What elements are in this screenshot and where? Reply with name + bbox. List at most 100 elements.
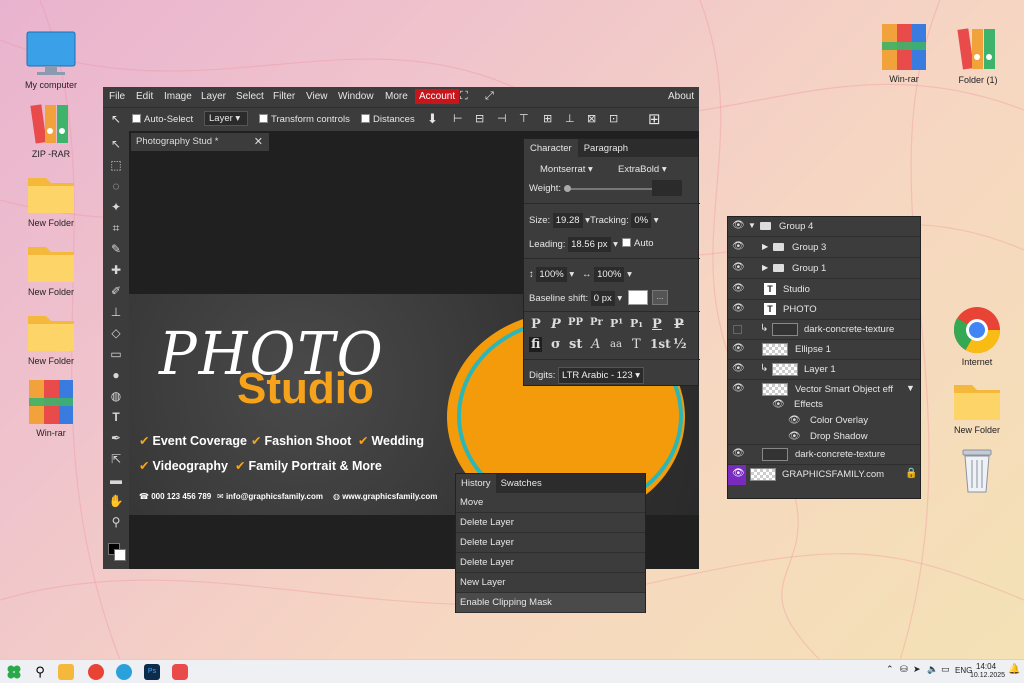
menu-more[interactable]: More: [385, 91, 408, 102]
layer-row[interactable]: 👁 Vector Smart Object eff ▼: [728, 380, 920, 397]
glyph-button[interactable]: 1st: [650, 337, 671, 351]
tracking-field[interactable]: 0%: [631, 213, 652, 228]
layer-row[interactable]: 👁 Ellipse 1: [728, 340, 920, 360]
triangle-down-icon[interactable]: ▼: [906, 383, 915, 393]
weight-slider-handle[interactable]: [564, 185, 571, 192]
lasso-tool-icon[interactable]: ◌: [107, 177, 125, 195]
tray-chevron-icon[interactable]: ⌃: [886, 664, 894, 675]
visibility-eye-icon[interactable]: 👁: [788, 415, 801, 426]
fullscreen-icon[interactable]: ⛶: [460, 90, 468, 103]
visibility-eye-icon[interactable]: 👁: [732, 241, 745, 252]
baseline-field[interactable]: 0 px: [590, 291, 615, 306]
glyph-button[interactable]: st: [569, 337, 582, 352]
desktop-icon-folder-1[interactable]: Folder (1): [943, 25, 1013, 85]
history-item[interactable]: Move: [456, 493, 645, 513]
layer-row[interactable]: 👁 ▼ Group 4: [728, 217, 920, 237]
effects-row[interactable]: 👁 Effects: [728, 397, 920, 413]
blur-tool-icon[interactable]: ●: [107, 366, 125, 384]
layer-row[interactable]: 👁 ↳ Layer 1: [728, 360, 920, 380]
start-icon[interactable]: [6, 664, 22, 680]
desktop-icon-new-folder-1[interactable]: New Folder: [16, 170, 86, 228]
desktop-icon-new-folder-2[interactable]: New Folder: [16, 239, 86, 297]
desktop-icon-internet[interactable]: Internet: [942, 305, 1012, 367]
layer-row[interactable]: 👁 GRAPHICSFAMILY.com 🔒: [728, 465, 920, 485]
menu-filter[interactable]: Filter: [273, 91, 295, 102]
glyph-button[interactable]: P: [652, 317, 662, 332]
glyph-button[interactable]: Pr: [590, 317, 603, 328]
digits-select[interactable]: LTR Arabic - 123 ▾: [558, 367, 645, 384]
tab-swatches[interactable]: Swatches: [496, 474, 547, 493]
marquee-tool-icon[interactable]: ⬚: [107, 156, 125, 174]
type-tool-icon[interactable]: T: [107, 408, 125, 426]
transform-controls-checkbox[interactable]: Transform controls: [259, 114, 350, 125]
menu-select[interactable]: Select: [236, 91, 264, 102]
healing-tool-icon[interactable]: ✚: [107, 261, 125, 279]
weight-slider[interactable]: [566, 188, 652, 190]
distances-checkbox[interactable]: Distances: [361, 114, 415, 125]
chrome-taskbar-icon[interactable]: [88, 664, 104, 680]
magic-wand-icon[interactable]: ✦: [107, 198, 125, 216]
stamp-tool-icon[interactable]: ⊥: [107, 303, 125, 321]
menu-image[interactable]: Image: [164, 91, 192, 102]
leading-field[interactable]: 18.56 px: [568, 237, 611, 252]
eyedropper-icon[interactable]: ✎: [107, 240, 125, 258]
layer-row[interactable]: 👁 T PHOTO: [728, 300, 920, 320]
app-icon[interactable]: [172, 664, 188, 680]
visibility-eye-icon[interactable]: 👁: [772, 399, 785, 410]
glyph-button[interactable]: σ: [551, 337, 561, 352]
glyph-button[interactable]: fi: [529, 337, 543, 352]
speaker-icon[interactable]: 🔈: [927, 664, 938, 675]
desktop-icon-my-computer[interactable]: My computer: [16, 30, 86, 90]
glyph-button[interactable]: ½: [673, 337, 687, 352]
desktop-icon-zip-rar[interactable]: ZIP -RAR: [16, 101, 86, 159]
menu-layer[interactable]: Layer: [201, 91, 226, 102]
layer-row[interactable]: 👁 ▶ Group 3: [728, 238, 920, 258]
horizontal-scale-field[interactable]: 100%: [594, 267, 625, 282]
tab-history[interactable]: History: [456, 474, 496, 493]
visibility-eye-icon[interactable]: 👁: [732, 363, 745, 374]
close-icon[interactable]: ✕: [254, 135, 263, 148]
move-tool-icon[interactable]: ↖: [107, 135, 125, 153]
shape-tool-icon[interactable]: ▬: [107, 471, 125, 489]
desktop-icon-new-folder-right[interactable]: New Folder: [942, 377, 1012, 435]
gradient-tool-icon[interactable]: ▭: [107, 345, 125, 363]
distribute-icon[interactable]: ⊠: [587, 112, 596, 125]
hidden-visibility-box[interactable]: [733, 325, 742, 334]
text-color-swatch[interactable]: [628, 290, 648, 305]
more-options-button[interactable]: ...: [652, 290, 668, 305]
glyph-button[interactable]: P₁: [630, 317, 643, 330]
visibility-eye-icon[interactable]: 👁: [732, 343, 745, 354]
brush-tool-icon[interactable]: ✐: [107, 282, 125, 300]
align-middle-icon[interactable]: ⊞: [543, 112, 552, 125]
history-item-current[interactable]: Enable Clipping Mask: [456, 593, 645, 613]
layer-row[interactable]: 👁 T Studio: [728, 280, 920, 300]
document-tab[interactable]: Photography Stud * ✕: [131, 133, 269, 151]
effect-row[interactable]: 👁 Color Overlay: [728, 413, 920, 429]
file-explorer-icon[interactable]: [58, 664, 74, 680]
history-item[interactable]: New Layer: [456, 573, 645, 593]
weight-field[interactable]: [652, 180, 682, 196]
telegram-icon[interactable]: [116, 664, 132, 680]
glyph-button[interactable]: aa: [610, 339, 622, 350]
layer-row[interactable]: 👁 dark-concrete-texture: [728, 445, 920, 465]
account-button[interactable]: Account: [415, 89, 460, 104]
eraser-tool-icon[interactable]: ◇: [107, 324, 125, 342]
glyph-button[interactable]: A: [591, 337, 600, 352]
visibility-eye-icon[interactable]: 👁: [788, 431, 801, 442]
visibility-eye-icon[interactable]: 👁: [732, 468, 745, 479]
align-center-icon[interactable]: ⊟: [475, 112, 484, 125]
size-field[interactable]: 19.28: [552, 213, 583, 228]
history-item[interactable]: Delete Layer: [456, 553, 645, 573]
effect-row[interactable]: 👁 Drop Shadow: [728, 429, 920, 445]
history-item[interactable]: Delete Layer: [456, 513, 645, 533]
menu-view[interactable]: View: [306, 91, 328, 102]
download-icon[interactable]: ⬇: [427, 111, 438, 127]
menu-about[interactable]: About: [668, 91, 694, 102]
align-bottom-icon[interactable]: ⊥: [565, 112, 575, 125]
clock-time[interactable]: 14:04: [976, 662, 996, 671]
visibility-eye-icon[interactable]: 👁: [732, 220, 745, 231]
network-icon[interactable]: ⛁: [900, 664, 908, 675]
layer-row[interactable]: 👁 ▶ Group 1: [728, 259, 920, 279]
align-left-icon[interactable]: ⊢: [453, 112, 463, 125]
desktop-icon-win-rar-right[interactable]: Win-rar: [869, 22, 939, 84]
